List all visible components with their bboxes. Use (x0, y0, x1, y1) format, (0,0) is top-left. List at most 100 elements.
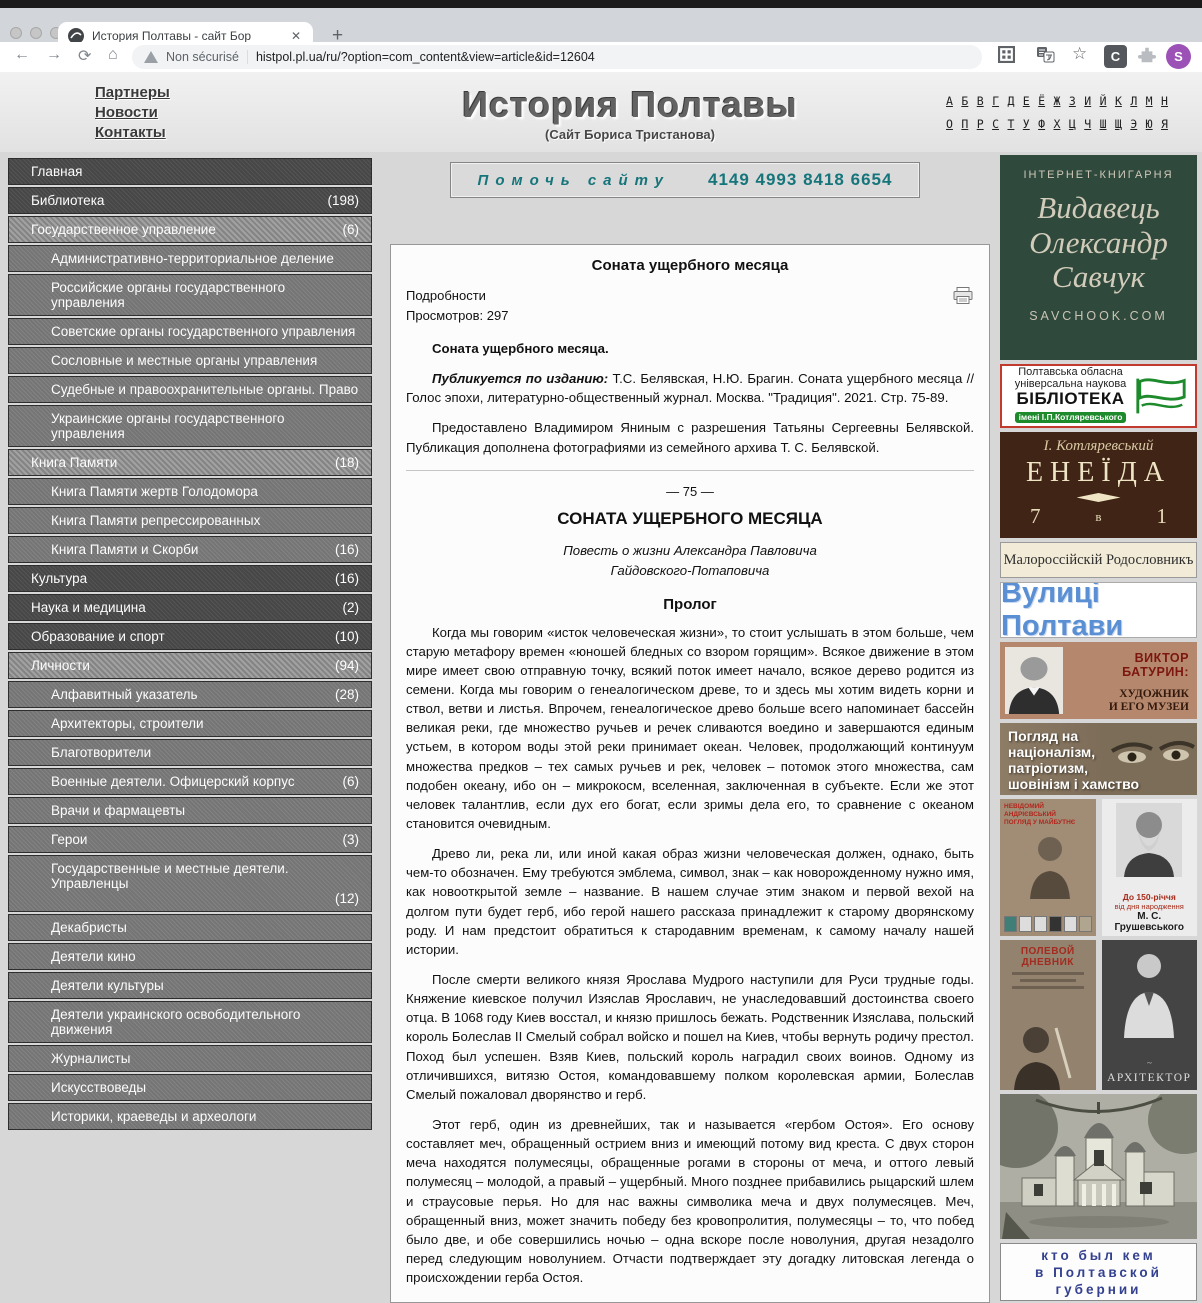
extensions-puzzle-icon[interactable] (1138, 46, 1156, 64)
alphabet-letter[interactable]: К (1115, 94, 1122, 108)
alphabet-letter[interactable]: А (946, 94, 953, 108)
bookmark-star-icon[interactable]: ☆ (1072, 44, 1087, 64)
alphabet-letter[interactable]: Я (1161, 117, 1168, 131)
alphabet-letter[interactable]: Х (1054, 117, 1061, 131)
alphabet-letter[interactable]: Э (1130, 117, 1137, 131)
window-controls[interactable] (10, 27, 62, 39)
sidebar-item-label: Деятели украинского освободительного дви… (51, 1007, 359, 1037)
sidebar-item[interactable]: Образование и спорт(10) (8, 623, 372, 650)
banner-hrushevsky[interactable]: До 150-річчя від дня народження М. С. Гр… (1102, 799, 1198, 936)
alphabet-letter[interactable]: Т (1007, 117, 1014, 131)
banner-andriyevsky[interactable]: НЕВІДОМИЙ АНДРІЄВСЬКИЙПОГЛЯД У МАЙБУТНЄ (1000, 799, 1096, 936)
sidebar-item[interactable]: Украинские органы государственного управ… (8, 405, 372, 447)
browser-window: История Полтавы - сайт Бор ✕ + ← → ⟳ ⌂ N… (0, 0, 1202, 1303)
sidebar-item[interactable]: Личности(94) (8, 652, 372, 679)
sidebar-item[interactable]: Государственные и местные деятели. Управ… (8, 855, 372, 912)
sidebar-item[interactable]: Архитекторы, строители (8, 710, 372, 737)
sidebar-item[interactable]: Деятели украинского освободительного дви… (8, 1001, 372, 1043)
alphabet-letter[interactable]: В (977, 94, 984, 108)
sidebar-item[interactable]: Журналисты (8, 1045, 372, 1072)
alphabet-letter[interactable]: Й (1100, 94, 1107, 108)
alphabet-letter[interactable]: З (1069, 94, 1076, 108)
alphabet-letter[interactable]: Г (992, 94, 999, 108)
banner-vulytsi-poltavy[interactable]: Вулиці Полтави (1000, 582, 1197, 638)
tab-close-icon[interactable]: ✕ (289, 29, 303, 43)
sidebar-item[interactable]: Главная (8, 158, 372, 185)
alphabet-letter[interactable]: Ю (1146, 117, 1153, 131)
print-button[interactable] (953, 287, 973, 309)
banner-savchook[interactable]: ІНТЕРНЕТ-КНИГАРНЯ ВидавецьОлександрСавчу… (1000, 155, 1197, 360)
alphabet-letter[interactable]: Б (961, 94, 968, 108)
banner-church-photo[interactable] (1000, 1094, 1197, 1239)
banner-eneida[interactable]: І. Котляревський ЕНЕЇДА 7в1 (1000, 432, 1197, 538)
library-named-after: імені І.П.Котляревського (1015, 412, 1127, 423)
alphabet-letter[interactable]: Д (1007, 94, 1014, 108)
donate-label: Помочь сайту (478, 172, 670, 189)
donate-banner[interactable]: Помочь сайту 4149 4993 8418 6654 (450, 162, 920, 198)
minimize-window-icon[interactable] (30, 27, 42, 39)
banner-architect[interactable]: ~ АРХІТЕКТОР (1102, 940, 1198, 1090)
translate-icon[interactable] (1036, 46, 1055, 63)
banner-baturyn[interactable]: ВИКТОР БАТУРИН: ХУДОЖНИК И ЕГО МУЗЕИ (1000, 642, 1197, 719)
reload-button[interactable]: ⟳ (78, 46, 91, 66)
banner-rodoslovnik[interactable]: Малороссійскій Родословникъ (1000, 542, 1197, 578)
contacts-link[interactable]: Контакты (95, 124, 170, 141)
sidebar-item[interactable]: Герои(3) (8, 826, 372, 853)
alphabet-letter[interactable]: Ч (1084, 117, 1091, 131)
banner-field-diary[interactable]: ПОЛЕВОЙ ДНЕВНИК (1000, 940, 1096, 1090)
back-button[interactable]: ← (14, 46, 30, 64)
sidebar-item[interactable]: Книга Памяти репрессированных (8, 507, 372, 534)
sidebar-item[interactable]: Благотворители (8, 739, 372, 766)
alphabet-letter[interactable]: У (1023, 117, 1030, 131)
banner-kto-byl-kem[interactable]: кто был кем в Полтавской губернии (1000, 1243, 1197, 1301)
partners-link[interactable]: Партнеры (95, 84, 170, 101)
alphabet-letter[interactable]: Ж (1054, 94, 1061, 108)
profile-avatar[interactable]: S (1166, 44, 1191, 69)
sidebar-item[interactable]: Алфавитный указатель(28) (8, 681, 372, 708)
extension-badge[interactable]: C (1104, 45, 1127, 68)
article-paragraph: Древо ли, река ли, или иной какая образ … (406, 844, 974, 959)
home-button[interactable]: ⌂ (108, 46, 118, 64)
apps-grid-icon[interactable] (998, 46, 1015, 63)
sidebar-item[interactable]: Военные деятели. Офицерский корпус(6) (8, 768, 372, 795)
andriyevsky-caption: НЕВІДОМИЙ АНДРІЄВСЬКИЙ (1004, 803, 1056, 818)
alphabet-letter[interactable]: М (1146, 94, 1153, 108)
sidebar-item[interactable]: Книга Памяти(18) (8, 449, 372, 476)
alphabet-letter[interactable]: Ф (1038, 117, 1045, 131)
alphabet-letter[interactable]: Ц (1069, 117, 1076, 131)
sidebar-item[interactable]: Административно-территориальное деление (8, 245, 372, 272)
sidebar-item[interactable]: Библиотека(198) (8, 187, 372, 214)
alphabet-letter[interactable]: Ё (1038, 94, 1045, 108)
alphabet-letter[interactable]: И (1084, 94, 1091, 108)
sidebar-item[interactable]: Культура(16) (8, 565, 372, 592)
alphabet-letter[interactable]: Ш (1100, 117, 1107, 131)
sidebar-item[interactable]: Советские органы государственного управл… (8, 318, 372, 345)
sidebar-item[interactable]: Книга Памяти жертв Голодомора (8, 478, 372, 505)
sidebar-item[interactable]: Государственное управление(6) (8, 216, 372, 243)
sidebar-item[interactable]: Деятели кино (8, 943, 372, 970)
sidebar-item[interactable]: Декабристы (8, 914, 372, 941)
alphabet-letter[interactable]: Щ (1115, 117, 1122, 131)
alphabet-letter[interactable]: О (946, 117, 953, 131)
forward-button[interactable]: → (46, 46, 62, 64)
sidebar-item[interactable]: Книга Памяти и Скорби(16) (8, 536, 372, 563)
sidebar-item[interactable]: Сословные и местные органы управления (8, 347, 372, 374)
sidebar-item[interactable]: Историки, краеведы и археологи (8, 1103, 372, 1130)
sidebar-item[interactable]: Российские органы государственного управ… (8, 274, 372, 316)
alphabet-letter[interactable]: Е (1023, 94, 1030, 108)
close-window-icon[interactable] (10, 27, 22, 39)
alphabet-letter[interactable]: Л (1130, 94, 1137, 108)
alphabet-letter[interactable]: Н (1161, 94, 1168, 108)
sidebar-item[interactable]: Судебные и правоохранительные органы. Пр… (8, 376, 372, 403)
sidebar-item[interactable]: Искусствоведы (8, 1074, 372, 1101)
banner-pohliad[interactable]: Погляд на націоналізм, патріотизм, шовін… (1000, 723, 1197, 795)
alphabet-letter[interactable]: П (961, 117, 968, 131)
sidebar-item[interactable]: Деятели культуры (8, 972, 372, 999)
alphabet-letter[interactable]: С (992, 117, 999, 131)
sidebar-item[interactable]: Наука и медицина(2) (8, 594, 372, 621)
alphabet-letter[interactable]: Р (977, 117, 984, 131)
sidebar-item[interactable]: Врачи и фармацевты (8, 797, 372, 824)
banner-library[interactable]: Полтавська обласна універсальна наукова … (1000, 364, 1197, 428)
news-link[interactable]: Новости (95, 104, 170, 121)
address-bar[interactable]: Non sécurisé histpol.pl.ua/ru/?option=co… (132, 45, 982, 69)
